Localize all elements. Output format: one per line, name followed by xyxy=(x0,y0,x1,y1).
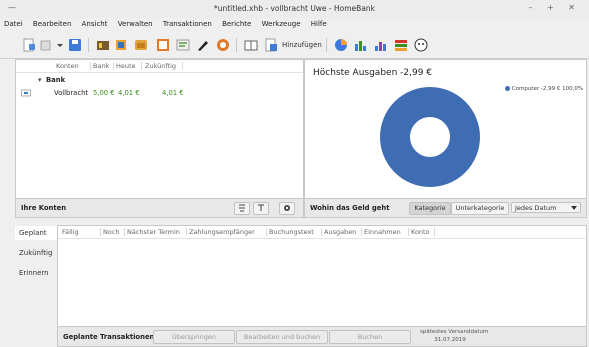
column-buchungstext[interactable]: Buchungstext xyxy=(269,228,314,236)
categories-icon[interactable] xyxy=(134,38,148,52)
column-separator xyxy=(266,228,267,236)
toggle-unterkategorie[interactable]: Unterkategorie xyxy=(451,202,509,215)
gear-icon xyxy=(284,205,290,211)
window-titlebar: — *untitled.xhb - vollbracht Uwe - HomeB… xyxy=(0,0,589,19)
window-controls[interactable]: – + ✕ xyxy=(529,3,582,12)
accounts-footer-label: Ihre Konten xyxy=(21,204,67,212)
skip-button[interactable]: Überspringen xyxy=(153,330,235,344)
column-separator xyxy=(434,228,435,236)
collapse-all-button[interactable] xyxy=(253,202,269,215)
column-separator xyxy=(90,62,91,70)
show-transactions-icon[interactable] xyxy=(244,38,258,52)
column-noch[interactable]: Noch xyxy=(103,228,120,236)
open-folder-icon[interactable] xyxy=(40,38,54,52)
add-transaction-icon[interactable] xyxy=(264,38,278,52)
post-button[interactable]: Buchen xyxy=(329,330,411,344)
menu-berichte[interactable]: Berichte xyxy=(218,18,255,28)
accounts-panel: Konten Bank Heute Zukünftig ▾ Bank Vollb… xyxy=(15,59,304,199)
save-icon[interactable] xyxy=(68,38,82,52)
column-ausgaben[interactable]: Ausgaben xyxy=(324,228,356,236)
edit-pen-icon[interactable] xyxy=(196,38,210,52)
column-separator xyxy=(124,228,125,236)
column-separator xyxy=(113,62,114,70)
menu-werkzeuge[interactable]: Werkzeuge xyxy=(258,18,305,28)
toggle-kategorie[interactable]: Kategorie xyxy=(409,202,451,215)
expander-icon[interactable]: ▾ xyxy=(38,76,41,84)
expand-all-button[interactable] xyxy=(234,202,250,215)
account-today-balance: 4,01 € xyxy=(118,89,140,97)
column-separator xyxy=(186,228,187,236)
edit-and-post-button[interactable]: Bearbeiten und buchen xyxy=(236,330,328,344)
add-transaction-label[interactable]: Hinzufügen xyxy=(282,41,322,49)
donut-slice-0 xyxy=(380,87,480,187)
account-group-bank[interactable]: Bank xyxy=(46,76,65,84)
scheduled-table-header: Fällig Noch Nächster Termin Zahlungsempf… xyxy=(58,226,586,239)
column-heute[interactable]: Heute xyxy=(116,62,136,70)
column-faellig[interactable]: Fällig xyxy=(62,228,79,236)
column-separator xyxy=(141,62,142,70)
spending-donut-chart xyxy=(380,87,480,187)
toolbar: Hinzufügen xyxy=(0,32,589,59)
archive-icon[interactable] xyxy=(156,38,170,52)
vehicle-cost-icon[interactable] xyxy=(414,38,428,52)
statistics-pie-icon[interactable] xyxy=(334,38,348,52)
trend-chart-icon[interactable] xyxy=(394,38,408,52)
column-zukuenftig[interactable]: Zukünftig xyxy=(145,62,176,70)
open-dropdown-icon[interactable] xyxy=(56,38,64,52)
period-value: Jedes Datum xyxy=(515,204,557,212)
spending-panel: Höchste Ausgaben -2,99 € Computer -2,99 … xyxy=(304,59,587,199)
scheduled-footer: Geplante Transaktionen Überspringen Bear… xyxy=(57,326,587,347)
account-bank-balance: 5,00 € xyxy=(93,89,115,97)
new-file-icon[interactable] xyxy=(22,38,36,52)
column-bank[interactable]: Bank xyxy=(93,62,109,70)
column-separator xyxy=(100,228,101,236)
menu-bearbeiten[interactable]: Bearbeiten xyxy=(29,18,75,28)
balance-chart-icon[interactable] xyxy=(374,38,388,52)
settings-button[interactable] xyxy=(279,202,295,215)
toolbar-separator xyxy=(236,38,237,52)
column-separator xyxy=(182,62,183,70)
expand-all-icon xyxy=(239,204,245,212)
menu-verwalten[interactable]: Verwalten xyxy=(114,18,157,28)
spending-footer: Wohin das Geld geht Kategorie Unterkateg… xyxy=(304,198,587,218)
max-post-date-label: spätestes Versanddatum xyxy=(420,329,489,335)
payees-icon[interactable] xyxy=(114,38,128,52)
column-zahlungsempfaenger[interactable]: Zahlungsempfänger xyxy=(189,228,255,236)
budget-chart-icon[interactable] xyxy=(354,38,368,52)
toolbar-separator xyxy=(326,38,327,52)
assign-icon[interactable] xyxy=(216,38,230,52)
spending-footer-label: Wohin das Geld geht xyxy=(310,204,390,212)
column-separator xyxy=(321,228,322,236)
collapse-all-icon xyxy=(258,204,264,211)
account-name[interactable]: Vollbracht xyxy=(54,89,88,97)
scheduled-panel: Fällig Noch Nächster Termin Zahlungsempf… xyxy=(57,225,587,327)
column-konten[interactable]: Konten xyxy=(56,62,79,70)
menu-transaktionen[interactable]: Transaktionen xyxy=(159,18,216,28)
column-einnahmen[interactable]: Einnahmen xyxy=(364,228,401,236)
accounts-footer: Ihre Konten xyxy=(15,198,304,218)
menu-datei[interactable]: Datei xyxy=(0,18,27,28)
budget-icon[interactable] xyxy=(176,38,190,52)
column-konto[interactable]: Konto xyxy=(411,228,430,236)
column-separator xyxy=(408,228,409,236)
window-title: *untitled.xhb - vollbracht Uwe - HomeBan… xyxy=(213,4,376,13)
accounts-icon[interactable] xyxy=(96,38,110,52)
scheduled-footer-label: Geplante Transaktionen xyxy=(63,333,155,341)
menu-ansicht[interactable]: Ansicht xyxy=(78,18,112,28)
column-naechster-termin[interactable]: Nächster Termin xyxy=(127,228,180,236)
menu-hilfe[interactable]: Hilfe xyxy=(307,18,331,28)
chevron-down-icon xyxy=(571,206,577,210)
account-icon xyxy=(21,89,31,97)
accounts-table-header: Konten Bank Heute Zukünftig xyxy=(16,60,303,73)
max-post-date-value: 31.07.2019 xyxy=(434,337,466,343)
period-select[interactable]: Jedes Datum xyxy=(511,202,581,213)
account-future-balance: 4,01 € xyxy=(162,89,184,97)
column-separator xyxy=(361,228,362,236)
menu-bar: Datei Bearbeiten Ansicht Verwalten Trans… xyxy=(0,18,589,32)
toolbar-separator xyxy=(88,38,89,52)
